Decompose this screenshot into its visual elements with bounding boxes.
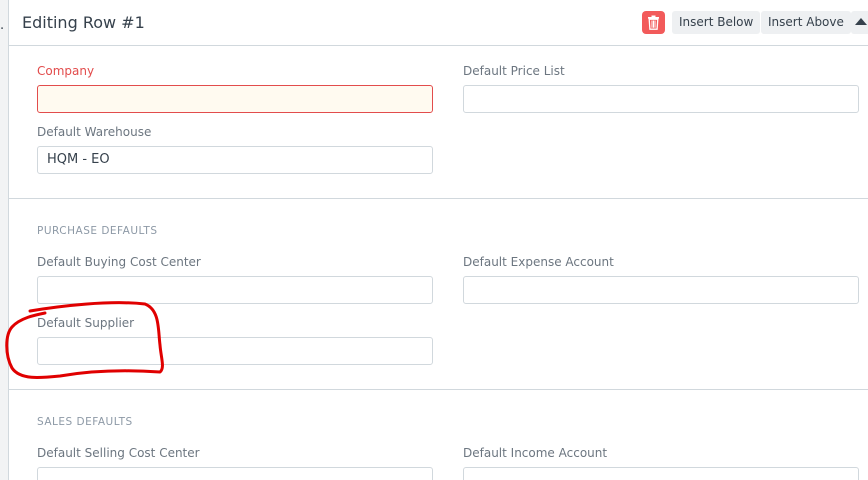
- company-input[interactable]: [37, 85, 433, 113]
- default-price-list-input[interactable]: [463, 85, 859, 113]
- expense-account-input[interactable]: [463, 276, 859, 304]
- insert-above-button[interactable]: Insert Above: [761, 11, 851, 34]
- buying-cost-center-label: Default Buying Cost Center: [37, 255, 201, 269]
- sales-defaults-heading: SALES DEFAULTS: [37, 416, 133, 428]
- expense-account-label: Default Expense Account: [463, 255, 614, 269]
- buying-cost-center-input[interactable]: [37, 276, 433, 304]
- panel-header: Editing Row #1 Insert Below Insert Above: [9, 0, 868, 46]
- panel-title: Editing Row #1: [22, 13, 145, 32]
- purchase-defaults-heading: PURCHASE DEFAULTS: [37, 225, 158, 237]
- trash-icon: [648, 15, 659, 30]
- grid-row-edit-panel: Editing Row #1 Insert Below Insert Above…: [8, 0, 868, 480]
- income-account-label: Default Income Account: [463, 446, 608, 460]
- edge-glyph: .: [0, 18, 5, 33]
- section-divider: [9, 389, 868, 390]
- selling-cost-center-input[interactable]: [37, 467, 433, 480]
- default-supplier-label: Default Supplier: [37, 316, 135, 330]
- default-price-list-label: Default Price List: [463, 64, 565, 78]
- delete-row-button[interactable]: [642, 11, 665, 34]
- section-divider: [9, 198, 868, 199]
- collapse-button[interactable]: [851, 11, 868, 34]
- income-account-input[interactable]: [463, 467, 859, 480]
- triangle-up-icon: [855, 18, 867, 25]
- selling-cost-center-label: Default Selling Cost Center: [37, 446, 200, 460]
- default-warehouse-input[interactable]: HQM - EO: [37, 146, 433, 174]
- default-supplier-input[interactable]: [37, 337, 433, 365]
- insert-below-button[interactable]: Insert Below: [672, 11, 761, 34]
- company-label: Company: [37, 64, 95, 78]
- default-warehouse-label: Default Warehouse: [37, 125, 152, 139]
